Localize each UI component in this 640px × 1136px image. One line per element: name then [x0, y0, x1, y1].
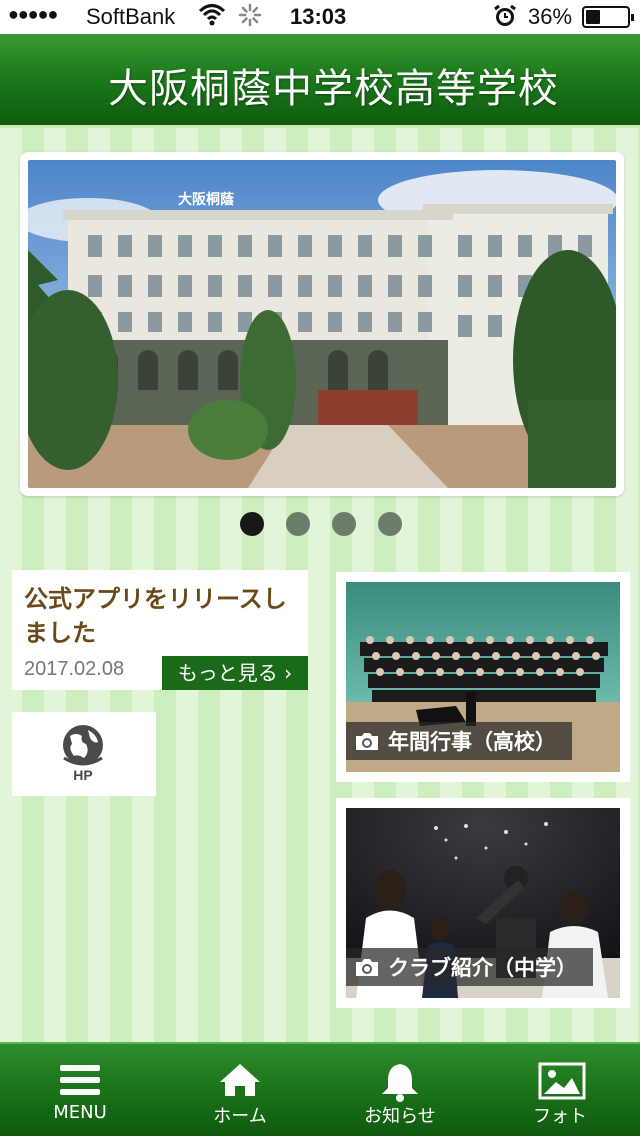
tab-notices-label: お知らせ — [364, 1106, 436, 1127]
photo-tile-title: 年間行事（高校） — [388, 730, 556, 754]
carrier-name: SoftBank — [86, 4, 176, 29]
photo-tile-label: クラブ紹介（中学） — [346, 948, 593, 986]
photo-tile-label: 年間行事（高校） — [346, 722, 572, 760]
news-card[interactable]: 公式アプリをリリースしました 2017.02.08 もっと見る › — [12, 570, 308, 690]
wifi-icon — [198, 2, 226, 32]
tab-menu-label: MENU — [53, 1102, 107, 1123]
homepage-button[interactable]: HP — [12, 712, 156, 796]
clock: 13:03 — [290, 4, 347, 29]
tab-home-label: ホーム — [213, 1106, 267, 1127]
pager-dot-active[interactable] — [240, 512, 264, 536]
photo-tile-clubs[interactable]: クラブ紹介（中学） — [336, 798, 630, 1008]
tab-photo[interactable]: フォト — [480, 1044, 640, 1136]
tab-home[interactable]: ホーム — [160, 1044, 320, 1136]
pager-dot[interactable] — [332, 512, 356, 536]
activity-spinner-icon — [238, 3, 262, 33]
hp-label: HP — [73, 767, 92, 782]
camera-icon — [356, 733, 378, 750]
pager-dot[interactable] — [378, 512, 402, 536]
news-date: 2017.02.08 — [24, 658, 125, 680]
photo-tile-image[interactable]: クラブ紹介（中学） — [346, 808, 620, 998]
alarm-clock-icon — [492, 3, 518, 35]
building-sign: 大阪桐蔭 — [178, 191, 235, 208]
news-title[interactable]: 公式アプリをリリースしました — [24, 582, 296, 650]
page-title: 大阪桐蔭中学校高等学校 — [108, 66, 559, 112]
battery-percent: 36% — [528, 4, 573, 29]
photo-tile-events[interactable]: 年間行事（高校） — [336, 572, 630, 782]
photo-tile-title: クラブ紹介（中学） — [388, 956, 577, 980]
camera-icon — [356, 959, 378, 976]
globe-hp-icon: HP — [63, 725, 103, 782]
bell-icon — [382, 1064, 418, 1102]
tab-photo-label: フォト — [533, 1106, 587, 1127]
tab-notices[interactable]: お知らせ — [320, 1044, 480, 1136]
photo-tile-image[interactable]: 年間行事（高校） — [346, 582, 620, 772]
tab-menu[interactable]: MENU — [0, 1044, 160, 1136]
home-icon — [220, 1064, 260, 1096]
bottom-tab-bar: MENU ホーム お知らせ フォト — [0, 1042, 640, 1136]
status-bar: ●●●●● SoftBank 13:03 36% — [0, 0, 640, 34]
photo-icon — [538, 1062, 586, 1100]
read-more-button[interactable]: もっと見る › — [162, 656, 308, 690]
battery-icon — [582, 6, 634, 28]
app-header: 大阪桐蔭中学校高等学校 — [0, 34, 640, 128]
school-building-photo[interactable]: 大阪桐蔭 — [28, 160, 616, 488]
pager-dot[interactable] — [286, 512, 310, 536]
hamburger-icon — [60, 1065, 100, 1095]
hero-slideshow[interactable]: 大阪桐蔭 — [20, 152, 624, 496]
slideshow-pager[interactable] — [240, 512, 420, 536]
signal-strength-icon: ●●●●● — [8, 4, 58, 24]
